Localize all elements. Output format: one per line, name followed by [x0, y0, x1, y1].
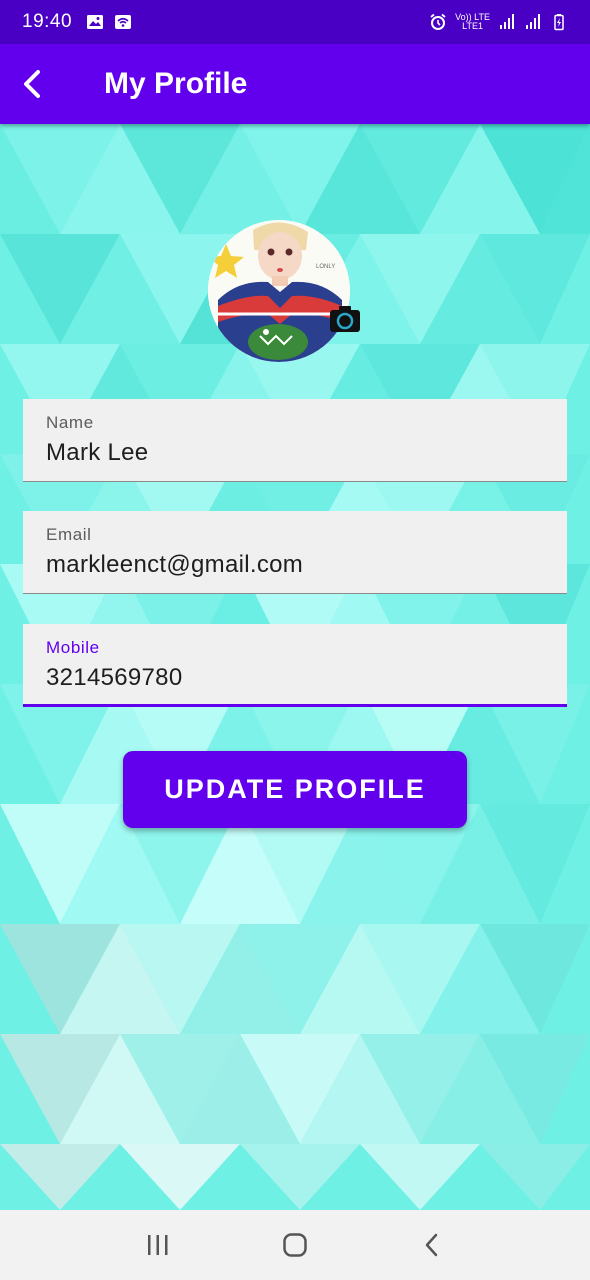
status-time: 19:40 [22, 11, 73, 32]
image-icon [87, 15, 104, 29]
name-label: Name [46, 413, 94, 432]
name-field[interactable]: Name [23, 399, 567, 482]
battery-charging-icon [554, 14, 564, 31]
back-icon [425, 1233, 437, 1257]
network-type: Vo)) LTE LTE1 [455, 12, 490, 31]
recents-button[interactable] [128, 1215, 188, 1275]
signal-icon [500, 14, 514, 29]
back-button[interactable] [0, 44, 64, 124]
app-bar: My Profile [0, 44, 590, 124]
page-title: My Profile [104, 67, 248, 100]
nav-back-button[interactable] [402, 1215, 462, 1275]
signal-icon [526, 14, 540, 29]
recents-icon [148, 1235, 168, 1255]
name-input[interactable] [46, 439, 544, 467]
email-label: Email [46, 525, 92, 544]
profile-content: LONLY Name Email Mobile UPDATE PROFILE [0, 124, 590, 1210]
profile-photo[interactable]: LONLY [208, 220, 360, 366]
svg-text:LONLY: LONLY [316, 264, 335, 270]
email-input[interactable] [46, 551, 544, 579]
update-profile-button[interactable]: UPDATE PROFILE [123, 751, 467, 828]
mobile-field[interactable]: Mobile [23, 624, 567, 707]
mobile-input[interactable] [46, 664, 544, 692]
avatar-image: LONLY [208, 220, 350, 362]
mobile-label: Mobile [46, 638, 100, 657]
system-nav-bar [0, 1210, 590, 1280]
email-field[interactable]: Email [23, 511, 567, 594]
status-bar: 19:40 Vo)) LTE LTE1 [0, 0, 590, 44]
home-icon [283, 1233, 307, 1257]
change-photo-button[interactable] [328, 304, 362, 334]
home-button[interactable] [265, 1215, 325, 1275]
camera-icon [330, 306, 360, 332]
alarm-icon [430, 13, 446, 30]
arrow-back-icon [24, 70, 40, 98]
wifi-icon [115, 15, 132, 29]
